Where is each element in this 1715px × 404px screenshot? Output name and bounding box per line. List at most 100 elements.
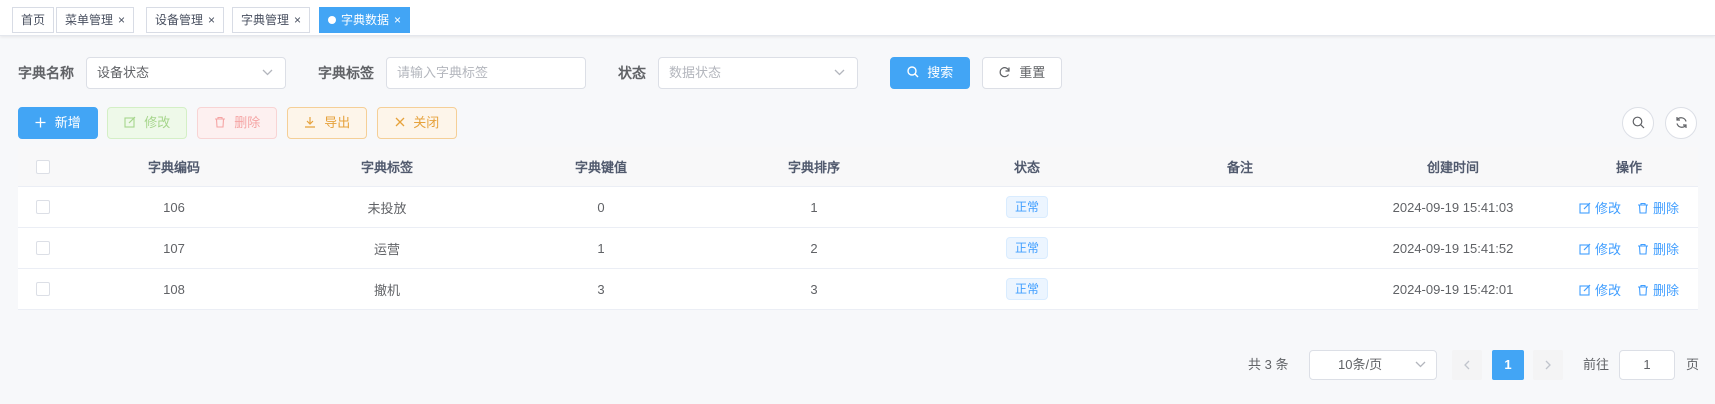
cell-code: 106 — [163, 199, 185, 215]
tag-label: 字典数据 — [341, 13, 390, 27]
edit-icon — [1579, 283, 1591, 298]
cell-sort: 1 — [810, 199, 818, 215]
dict-data-table: 字典编码 字典标签 字典键值 字典排序 状态 备注 创建时间 操作 106 未投… — [18, 147, 1698, 310]
select-all-checkbox[interactable] — [36, 159, 50, 174]
chevron-left-icon — [1463, 360, 1471, 383]
status-badge: 正常 — [1005, 237, 1048, 259]
edit-icon — [124, 115, 140, 130]
close-icon[interactable]: × — [118, 13, 125, 27]
cell-remark — [1134, 228, 1346, 268]
status-select[interactable]: 数据状态 — [658, 57, 858, 89]
row-delete-button[interactable]: 删除 — [1637, 198, 1679, 217]
row-delete-button[interactable]: 删除 — [1637, 280, 1679, 299]
row-delete-button[interactable]: 删除 — [1637, 239, 1679, 258]
table-row: 106 未投放 0 1 正常 2024-09-19 15:41:03 修改 删除 — [18, 187, 1698, 228]
tag-device-management[interactable]: 设备管理 × — [146, 7, 225, 33]
cell-created: 2024-09-19 15:42:01 — [1392, 281, 1514, 297]
header-value: 字典键值 — [574, 160, 627, 175]
refresh-icon — [999, 65, 1015, 80]
goto-page-input[interactable]: 1 — [1619, 350, 1675, 380]
cell-code: 107 — [163, 240, 185, 256]
header-status: 状态 — [1013, 160, 1040, 175]
status-badge: 正常 — [1005, 278, 1048, 300]
cell-remark — [1134, 187, 1346, 227]
row-edit-button[interactable]: 修改 — [1579, 239, 1621, 258]
refresh-table-button[interactable] — [1665, 107, 1697, 139]
cell-value: 1 — [597, 240, 605, 256]
header-select-cell — [18, 147, 68, 186]
status-badge: 正常 — [1005, 196, 1048, 218]
row-checkbox[interactable] — [36, 200, 50, 214]
row-delete-label: 删除 — [1653, 200, 1680, 216]
export-button[interactable]: 导出 — [287, 107, 367, 139]
toggle-search-button[interactable] — [1622, 107, 1654, 139]
goto-suffix: 页 — [1686, 357, 1700, 372]
cell-code: 108 — [163, 281, 185, 297]
table-row: 107 运营 1 2 正常 2024-09-19 15:41:52 修改 删除 — [18, 228, 1698, 269]
page-number-current[interactable]: 1 — [1492, 350, 1524, 380]
plus-icon — [35, 115, 50, 130]
add-button-label: 新增 — [54, 115, 81, 130]
dict-name-select[interactable]: 设备状态 — [86, 57, 286, 89]
row-edit-label: 修改 — [1594, 282, 1621, 298]
delete-button[interactable]: 删除 — [197, 107, 277, 139]
close-button[interactable]: 关闭 — [377, 107, 457, 139]
cell-status: 正常 — [920, 228, 1134, 268]
header-label: 字典标签 — [360, 160, 413, 175]
dict-label-input[interactable]: 请输入字典标签 — [386, 57, 586, 89]
tag-home[interactable]: 首页 — [12, 7, 55, 33]
dict-label-label: 字典标签 — [318, 65, 374, 81]
edit-button[interactable]: 修改 — [107, 107, 187, 139]
trash-icon — [1637, 242, 1649, 257]
trash-icon — [1637, 201, 1649, 216]
row-edit-button[interactable]: 修改 — [1579, 280, 1621, 299]
chevron-down-icon — [262, 58, 273, 100]
download-icon — [304, 115, 320, 130]
dict-name-value: 设备状态 — [97, 65, 150, 80]
search-button-label: 搜索 — [927, 65, 954, 80]
tag-dict-management[interactable]: 字典管理 × — [232, 7, 311, 33]
header-created: 创建时间 — [1426, 160, 1479, 175]
row-edit-button[interactable]: 修改 — [1579, 198, 1621, 217]
row-checkbox[interactable] — [36, 241, 50, 255]
tag-dict-data[interactable]: 字典数据 × — [319, 7, 411, 33]
status-placeholder: 数据状态 — [669, 65, 722, 80]
search-icon — [1632, 115, 1645, 130]
cell-status: 正常 — [920, 269, 1134, 309]
header-code: 字典编码 — [147, 160, 200, 175]
edit-button-label: 修改 — [144, 115, 171, 130]
header-remark: 备注 — [1226, 160, 1253, 175]
close-icon[interactable]: × — [208, 13, 215, 27]
next-page-button[interactable] — [1533, 350, 1563, 380]
row-checkbox[interactable] — [36, 282, 50, 296]
cell-sort: 3 — [810, 281, 818, 297]
cell-actions: 修改 删除 — [1560, 269, 1698, 309]
close-button-label: 关闭 — [413, 115, 440, 130]
cell-label: 撤机 — [373, 282, 400, 298]
prev-page-button[interactable] — [1452, 350, 1482, 380]
close-icon[interactable]: × — [294, 13, 301, 27]
reset-button[interactable]: 重置 — [982, 57, 1062, 89]
tag-label: 菜单管理 — [65, 13, 114, 27]
search-button[interactable]: 搜索 — [890, 57, 970, 89]
page-size-select[interactable]: 10条/页 — [1309, 350, 1437, 380]
chevron-right-icon — [1544, 360, 1552, 383]
search-icon — [906, 65, 923, 80]
cell-label: 运营 — [373, 241, 400, 257]
x-icon — [395, 115, 409, 130]
row-delete-label: 删除 — [1653, 282, 1680, 298]
cell-created: 2024-09-19 15:41:52 — [1392, 240, 1514, 256]
header-actions: 操作 — [1615, 160, 1642, 175]
close-icon[interactable]: × — [394, 13, 401, 27]
tag-menu-management[interactable]: 菜单管理 × — [56, 7, 135, 33]
dict-name-label: 字典名称 — [18, 65, 74, 81]
table-row: 108 撤机 3 3 正常 2024-09-19 15:42:01 修改 删除 — [18, 269, 1698, 310]
tag-label: 设备管理 — [155, 13, 204, 27]
chevron-down-icon — [1415, 351, 1426, 390]
pagination-total: 共 3 条 — [1248, 357, 1289, 372]
dict-label-placeholder: 请输入字典标签 — [397, 65, 489, 80]
row-edit-label: 修改 — [1594, 200, 1621, 216]
cell-sort: 2 — [810, 240, 818, 256]
row-select-cell — [18, 228, 68, 268]
add-button[interactable]: 新增 — [18, 107, 98, 139]
